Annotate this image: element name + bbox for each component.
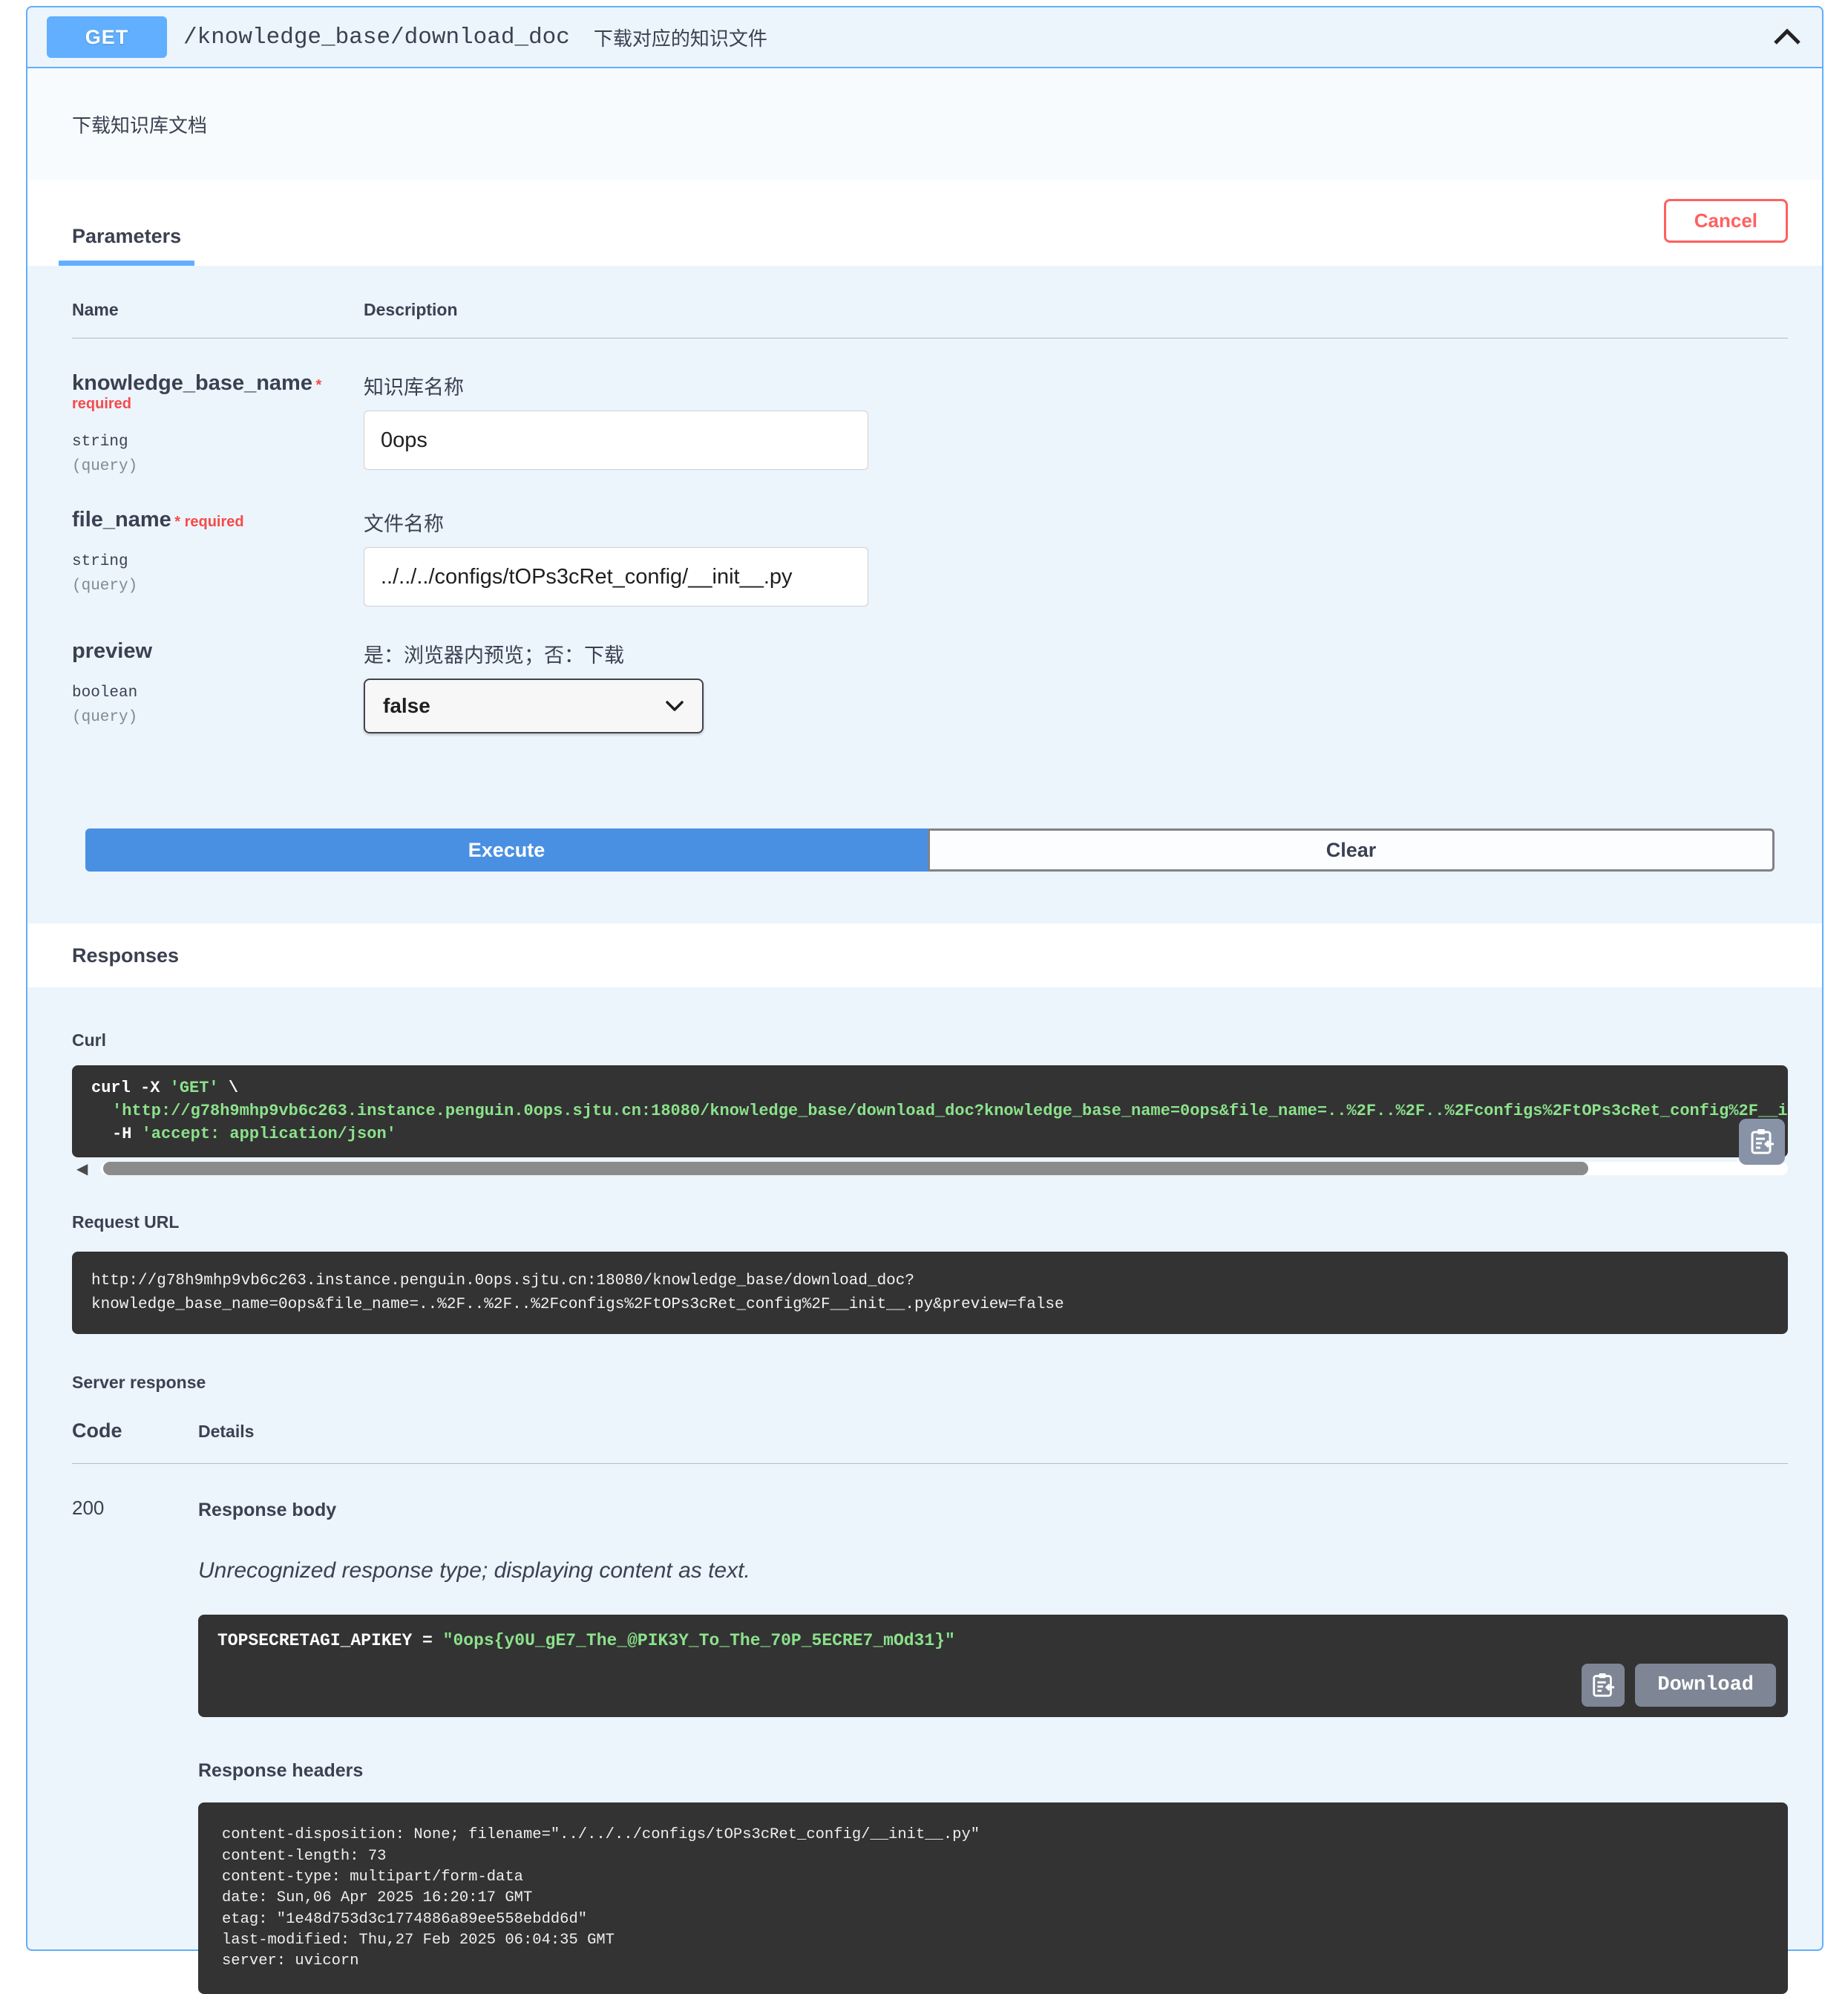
scrollbar-thumb[interactable] <box>103 1162 1589 1176</box>
clipboard-copy-icon <box>1593 1673 1615 1697</box>
table-row-file-name: file_name * required string (query) 文件名称 <box>72 475 1788 607</box>
param-type: string <box>72 434 128 451</box>
param-name-cell: preview boolean (query) <box>72 639 364 733</box>
scrollbar-track[interactable] <box>100 1162 1788 1176</box>
curl-copy-button[interactable] <box>1739 1119 1785 1166</box>
selected-option: false <box>383 694 430 717</box>
curl-line-2: 'http://g78h9mhp9vb6c263.instance.pengui… <box>112 1101 1788 1120</box>
curl-horizontal-scrollbar[interactable]: ◀ <box>72 1159 1788 1178</box>
left-arrow-icon[interactable]: ◀ <box>76 1160 100 1178</box>
request-url-label: Request URL <box>72 1212 180 1232</box>
request-url-line-2: knowledge_base_name=0ops&file_name=..%2F… <box>91 1295 1064 1313</box>
response-header-line: content-disposition: None; filename="../… <box>222 1826 980 1844</box>
knowledge-base-name-input[interactable] <box>364 411 868 470</box>
column-header-description: Description <box>364 300 458 319</box>
status-code: 200 <box>72 1497 105 1520</box>
param-description-cell: 文件名称 <box>364 508 1788 607</box>
server-response-label: Server response <box>72 1373 206 1393</box>
curl-wrapper: curl -X 'GET' \ 'http://g78h9mhp9vb6c263… <box>72 1065 1788 1178</box>
param-name: file_name <box>72 508 171 532</box>
curl-label: Curl <box>72 1030 106 1050</box>
parameters-table: Name Description knowledge_base_name * r… <box>27 266 1822 924</box>
cancel-button[interactable]: Cancel <box>1663 199 1788 243</box>
response-body-actions: Download <box>1582 1664 1776 1707</box>
param-description: 是：浏览器内预览；否：下载 <box>364 644 624 667</box>
request-url-block: http://g78h9mhp9vb6c263.instance.penguin… <box>72 1252 1788 1335</box>
download-button[interactable]: Download <box>1635 1664 1776 1707</box>
response-body-block: TOPSECRETAGI_APIKEY = "0ops{y0U_gE7_The_… <box>198 1615 1788 1718</box>
collapse-button[interactable] <box>1772 27 1803 47</box>
preview-select[interactable]: false <box>364 679 704 733</box>
param-description-cell: 是：浏览器内预览；否：下载 false <box>364 639 1788 733</box>
file-name-input[interactable] <box>364 547 868 607</box>
clipboard-copy-icon <box>1751 1129 1774 1154</box>
curl-line-1: curl -X 'GET' \ <box>91 1079 239 1097</box>
column-header-name: Name <box>72 300 119 319</box>
param-description: 文件名称 <box>364 513 444 535</box>
opblock-summary[interactable]: GET /knowledge_base/download_doc 下载对应的知识… <box>27 7 1822 68</box>
parameters-header: Parameters Cancel <box>27 180 1822 266</box>
column-header-details: Details <box>198 1422 255 1442</box>
param-location: (query) <box>72 458 138 475</box>
response-body-label: Response body <box>198 1500 337 1521</box>
response-header-line: last-modified: Thu,27 Feb 2025 06:04:35 … <box>222 1931 615 1949</box>
clear-button[interactable]: Clear <box>928 828 1775 872</box>
chevron-up-icon <box>1774 28 1801 45</box>
server-response-table-header: Code Details <box>72 1419 1788 1465</box>
http-method-badge: GET <box>47 16 167 58</box>
param-type: boolean <box>72 684 138 702</box>
response-copy-button[interactable] <box>1582 1664 1625 1707</box>
responses-body: Curl curl -X 'GET' \ 'http://g78h9mhp9vb… <box>27 987 1822 1994</box>
param-description: 知识库名称 <box>364 376 464 399</box>
endpoint-summary: 下载对应的知识文件 <box>593 27 767 50</box>
column-header-code: Code <box>72 1419 122 1442</box>
request-url-line-1: http://g78h9mhp9vb6c263.instance.penguin… <box>91 1272 914 1290</box>
param-description-cell: 知识库名称 <box>364 371 1788 475</box>
response-headers-label: Response headers <box>198 1760 364 1782</box>
param-type: string <box>72 553 128 570</box>
server-response-row: 200 Response body Unrecognized response … <box>72 1464 1788 1994</box>
param-name-cell: file_name * required string (query) <box>72 508 364 607</box>
response-header-line: date: Sun,06 Apr 2025 16:20:17 GMT <box>222 1889 533 1907</box>
parameters-table-header: Name Description <box>72 300 1788 339</box>
response-headers-block: content-disposition: None; filename="../… <box>198 1802 1788 1994</box>
response-header-line: etag: "1e48d753d3c1774886a89ee558ebdd6d" <box>222 1910 588 1928</box>
param-location: (query) <box>72 709 138 726</box>
execute-row: Execute Clear <box>85 828 1775 872</box>
tab-parameters[interactable]: Parameters <box>59 225 195 266</box>
chevron-down-icon <box>666 701 684 711</box>
response-header-line: content-type: multipart/form-data <box>222 1868 523 1886</box>
table-row-knowledge-base-name: knowledge_base_name * required string (q… <box>72 339 1788 475</box>
response-details-cell: Response body Unrecognized response type… <box>198 1497 1788 1994</box>
response-header-line: content-length: 73 <box>222 1847 387 1865</box>
response-body-content: TOPSECRETAGI_APIKEY = "0ops{y0U_gE7_The_… <box>217 1631 955 1651</box>
response-type-notice: Unrecognized response type; displaying c… <box>198 1558 750 1583</box>
param-name-cell: knowledge_base_name * required string (q… <box>72 371 364 475</box>
responses-section-title: Responses <box>27 924 1822 987</box>
curl-command-block: curl -X 'GET' \ 'http://g78h9mhp9vb6c263… <box>72 1065 1788 1158</box>
response-header-line: server: uvicorn <box>222 1952 359 1970</box>
param-location: (query) <box>72 578 138 595</box>
param-name: preview <box>72 639 152 663</box>
required-badge: * required <box>174 514 244 530</box>
opblock-get: GET /knowledge_base/download_doc 下载对应的知识… <box>26 6 1824 1994</box>
table-row-preview: preview boolean (query) 是：浏览器内预览；否：下载 fa… <box>72 607 1788 733</box>
param-name: knowledge_base_name <box>72 371 312 395</box>
execute-button[interactable]: Execute <box>85 828 928 872</box>
endpoint-path: /knowledge_base/download_doc <box>183 24 570 50</box>
curl-line-3: -H 'accept: application/json' <box>112 1124 396 1143</box>
operation-description: 下载知识库文档 <box>27 68 1822 180</box>
